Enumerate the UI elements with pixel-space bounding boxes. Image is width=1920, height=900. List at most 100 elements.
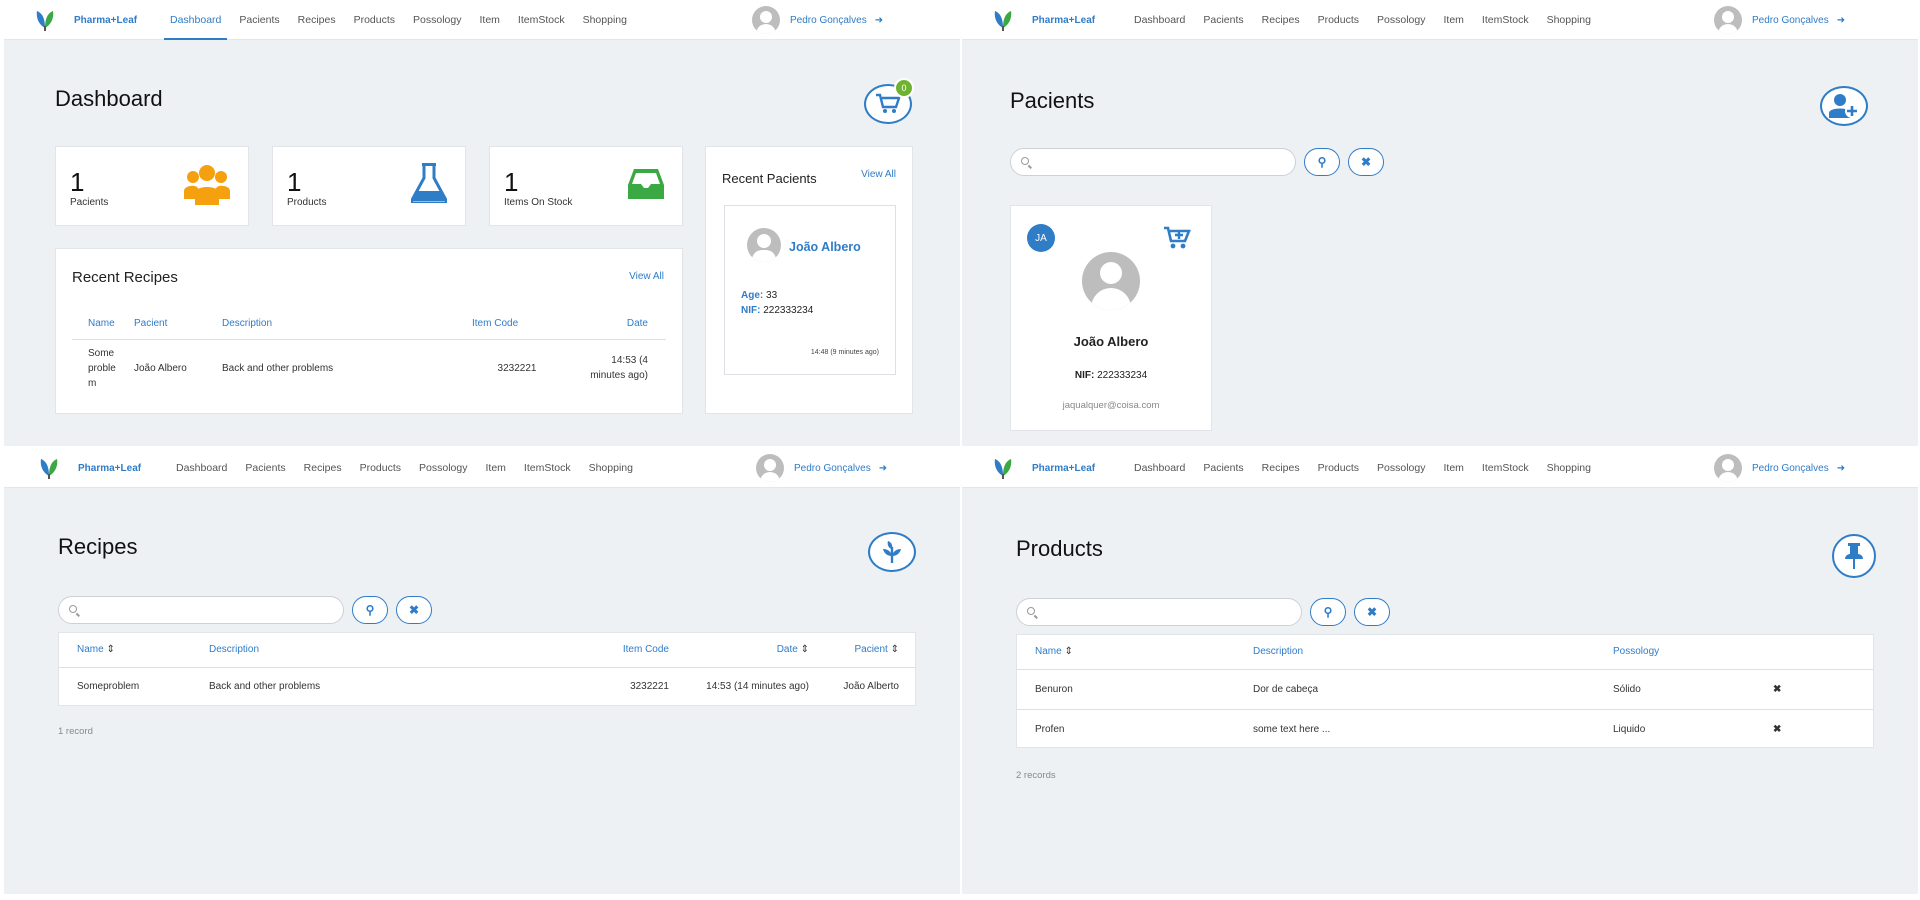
logout-icon[interactable]: ➜	[1837, 463, 1845, 474]
nav-itemstock[interactable]: ItemStock	[518, 0, 565, 40]
nav-shopping[interactable]: Shopping	[583, 0, 627, 40]
nav-dashboard[interactable]: Dashboard	[163, 0, 228, 40]
user-name[interactable]: Pedro Gonçalves	[794, 463, 871, 474]
user-menu[interactable]: Pedro Gonçalves ➜	[752, 6, 883, 34]
nav-possology[interactable]: Possology	[1377, 448, 1425, 488]
col-header-sortable[interactable]: Pacient ⇕	[809, 633, 915, 667]
col-header[interactable]: Possology	[1613, 635, 1773, 669]
nav-item[interactable]: Item	[479, 0, 499, 40]
table-row[interactable]: Someproblem Back and other problems 3232…	[59, 667, 915, 705]
stat-card-pacients[interactable]: 1 Pacients	[55, 146, 249, 226]
col-header[interactable]: Item Code	[589, 633, 669, 667]
nav-products[interactable]: Products	[360, 448, 401, 488]
col-header[interactable]: Description	[1253, 635, 1613, 669]
search-input[interactable]	[1011, 149, 1295, 175]
pacient-mini-card[interactable]: João Albero Age: 33 NIF: 222333234 14:48…	[724, 205, 896, 375]
col-header[interactable]: Pacient	[134, 309, 222, 339]
col-header[interactable]: Item Code	[472, 309, 562, 339]
logout-icon[interactable]: ➜	[1837, 15, 1845, 26]
view-all-link[interactable]: View All	[861, 169, 896, 180]
nav-dashboard[interactable]: Dashboard	[176, 448, 227, 488]
col-header[interactable]: Description	[222, 309, 472, 339]
user-plus-icon	[1829, 94, 1859, 118]
user-name[interactable]: Pedro Gonçalves	[790, 15, 867, 26]
user-menu[interactable]: Pedro Gonçalves ➜	[1714, 454, 1845, 482]
nav-shopping[interactable]: Shopping	[589, 448, 633, 488]
add-product-button[interactable]	[1832, 534, 1876, 578]
nav-possology[interactable]: Possology	[419, 448, 467, 488]
brand[interactable]: Pharma+Leaf	[992, 456, 1095, 480]
nav-products[interactable]: Products	[1318, 448, 1359, 488]
stat-card-products[interactable]: 1 Products	[272, 146, 466, 226]
nav-recipes[interactable]: Recipes	[1262, 0, 1300, 40]
nav-itemstock[interactable]: ItemStock	[1482, 0, 1529, 40]
nav-item[interactable]: Item	[1443, 0, 1463, 40]
add-recipe-button[interactable]	[868, 532, 916, 572]
delete-icon[interactable]: ✖	[1773, 669, 1873, 709]
nav-products[interactable]: Products	[354, 0, 395, 40]
nav-dashboard[interactable]: Dashboard	[1134, 448, 1185, 488]
cart-button[interactable]: 0	[864, 78, 914, 124]
nav-recipes[interactable]: Recipes	[1262, 448, 1300, 488]
stat-card-items-on-stock[interactable]: 1 Items On Stock	[489, 146, 683, 226]
logout-icon[interactable]: ➜	[879, 463, 887, 474]
product-name-link[interactable]: Profen	[1017, 709, 1253, 749]
search-button[interactable]: ⚲	[352, 596, 388, 624]
clear-search-button[interactable]: ✖	[396, 596, 432, 624]
user-name[interactable]: Pedro Gonçalves	[1752, 15, 1829, 26]
product-name-link[interactable]: Benuron	[1017, 669, 1253, 709]
nav-shopping[interactable]: Shopping	[1547, 448, 1591, 488]
col-header-sortable[interactable]: Name ⇕	[1017, 635, 1253, 669]
search-button[interactable]: ⚲	[1304, 148, 1340, 176]
nav-itemstock[interactable]: ItemStock	[1482, 448, 1529, 488]
user-menu[interactable]: Pedro Gonçalves ➜	[756, 454, 887, 482]
col-header-sortable[interactable]: Name ⇕	[59, 633, 209, 667]
col-header[interactable]: Description	[209, 633, 589, 667]
brand[interactable]: Pharma+Leaf	[38, 456, 141, 480]
nav-pacients[interactable]: Pacients	[1203, 0, 1243, 40]
recipe-pacient-link[interactable]: João Alberto	[809, 667, 915, 705]
table-row[interactable]: Profen some text here ... Liquido ✖	[1017, 709, 1873, 749]
add-pacient-button[interactable]	[1820, 86, 1868, 126]
search-input[interactable]	[1017, 599, 1301, 625]
nav-possology[interactable]: Possology	[413, 0, 461, 40]
search-field[interactable]	[58, 596, 344, 624]
recipe-item-code: 3232221	[497, 362, 537, 374]
search-input[interactable]	[59, 597, 343, 623]
view-all-link[interactable]: View All	[629, 271, 664, 282]
table-row[interactable]: Benuron Dor de cabeça Sólido ✖	[1017, 669, 1873, 709]
nav-item[interactable]: Item	[485, 448, 505, 488]
nav-pacients[interactable]: Pacients	[1203, 448, 1243, 488]
col-header[interactable]: Date	[562, 309, 666, 339]
brand[interactable]: Pharma+Leaf	[992, 8, 1095, 32]
pacient-name[interactable]: João Albero	[789, 240, 861, 254]
clear-search-button[interactable]: ✖	[1348, 148, 1384, 176]
nav-recipes[interactable]: Recipes	[298, 0, 336, 40]
table-row[interactable]: Some proble m João Albero Back and other…	[72, 339, 666, 397]
nav-products[interactable]: Products	[1318, 0, 1359, 40]
nav-item[interactable]: Item	[1443, 448, 1463, 488]
search-field[interactable]	[1010, 148, 1296, 176]
add-to-cart-icon[interactable]	[1163, 226, 1191, 250]
nav-pacients[interactable]: Pacients	[239, 0, 279, 40]
nav-possology[interactable]: Possology	[1377, 0, 1425, 40]
pacient-card[interactable]: JA João Albero NIF: 222333234 jaqualquer…	[1010, 205, 1212, 431]
products-table: Name ⇕ Description Possology Benuron Dor…	[1017, 635, 1873, 749]
delete-icon[interactable]: ✖	[1773, 709, 1873, 749]
brand[interactable]: Pharma+Leaf	[34, 8, 137, 32]
search-field[interactable]	[1016, 598, 1302, 626]
nav-dashboard[interactable]: Dashboard	[1134, 0, 1185, 40]
col-header[interactable]: Name	[72, 309, 134, 339]
search-button[interactable]: ⚲	[1310, 598, 1346, 626]
nav-itemstock[interactable]: ItemStock	[524, 448, 571, 488]
logout-icon[interactable]: ➜	[875, 15, 883, 26]
nav-shopping[interactable]: Shopping	[1547, 0, 1591, 40]
nav-recipes[interactable]: Recipes	[304, 448, 342, 488]
clear-search-button[interactable]: ✖	[1354, 598, 1390, 626]
pacient-email: jaqualquer@coisa.com	[1062, 400, 1160, 411]
col-header-sortable[interactable]: Date ⇕	[669, 633, 809, 667]
recipe-name-link[interactable]: Someproblem	[59, 667, 209, 705]
nav-pacients[interactable]: Pacients	[245, 448, 285, 488]
user-name[interactable]: Pedro Gonçalves	[1752, 463, 1829, 474]
user-menu[interactable]: Pedro Gonçalves ➜	[1714, 6, 1845, 34]
